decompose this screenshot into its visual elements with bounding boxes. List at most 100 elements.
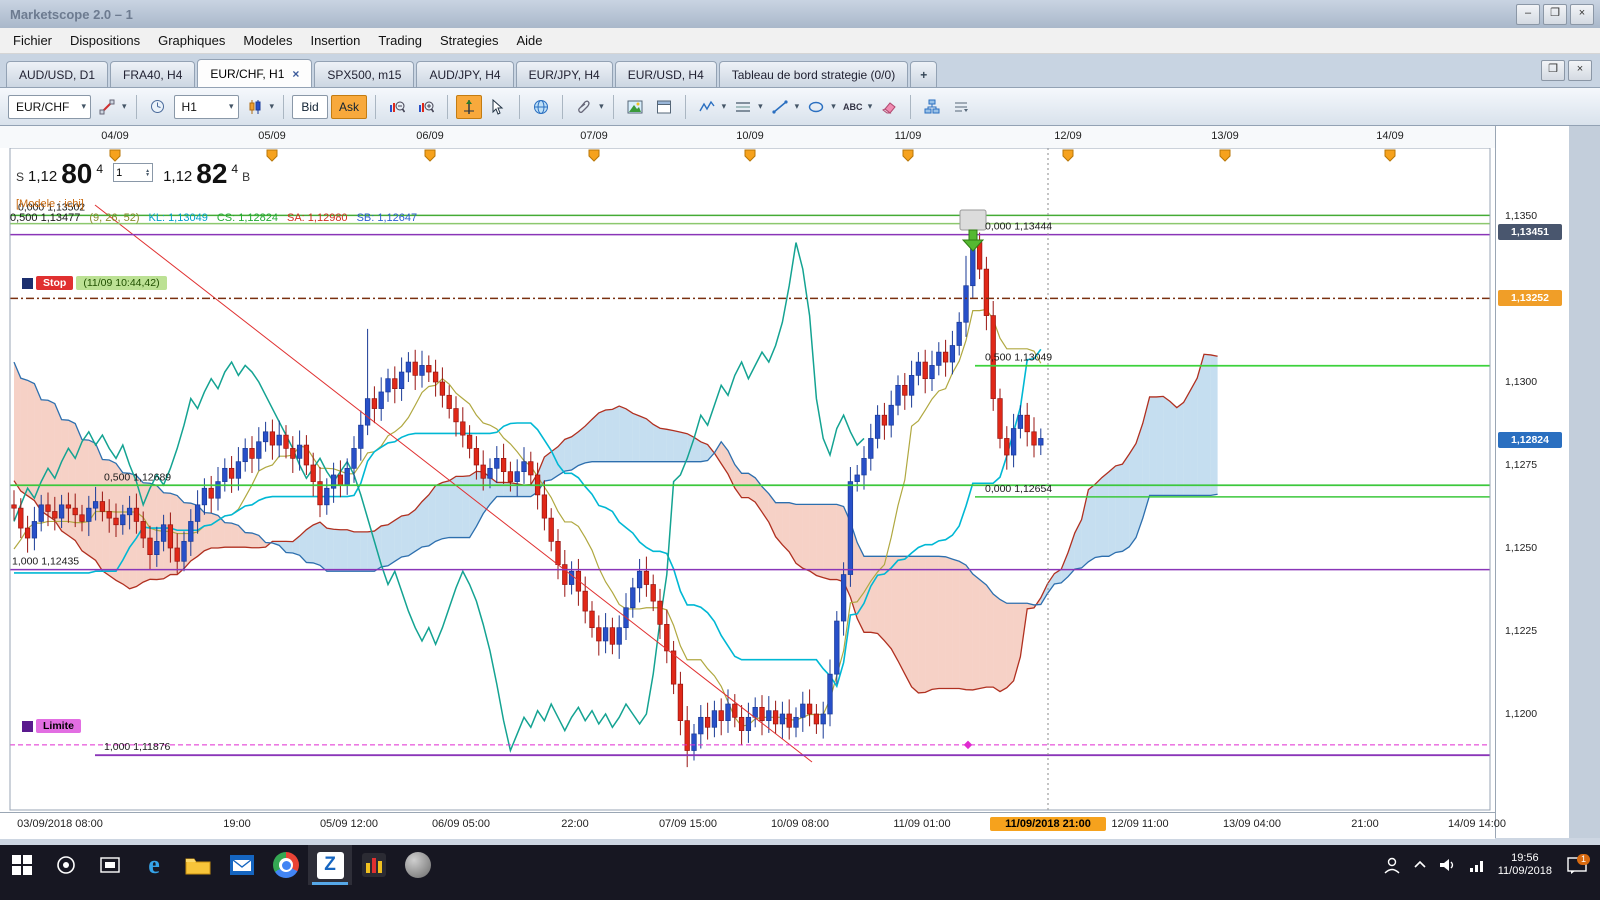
people-icon[interactable] <box>1382 855 1402 875</box>
clock-icon-button[interactable] <box>145 95 171 119</box>
sessions-button[interactable] <box>528 95 554 119</box>
ellipse-button[interactable] <box>803 95 829 119</box>
date-label: 14/09 <box>1376 130 1404 142</box>
minimize-button[interactable]: – <box>1516 4 1540 25</box>
buy-price-big[interactable]: 82 <box>196 160 227 188</box>
zoom-in-button[interactable] <box>413 95 439 119</box>
stop-order-marker[interactable]: Stop (11/09 10:44,42) <box>22 276 167 290</box>
chart-window[interactable]: 0,000 1,13502 0,000 1,13444 0,500 1,13049 0… <box>0 126 1600 839</box>
period-select[interactable]: H1 ▾ <box>173 94 239 119</box>
menu-graphiques[interactable]: Graphiques <box>149 29 234 52</box>
limit-order-marker[interactable]: Limite <box>22 719 81 733</box>
legend-item: (9, 26, 52) <box>89 212 140 224</box>
taskbar-mail[interactable] <box>220 845 264 885</box>
spinner-icons[interactable]: ▲ ▼ <box>145 168 150 177</box>
task-view-button[interactable] <box>88 845 132 885</box>
time-label: 06/09 05:00 <box>431 818 491 830</box>
chevron-down-icon[interactable]: ▾ <box>868 101 873 112</box>
text-tool-button[interactable]: ABC <box>840 95 866 119</box>
tab-aud-jpy-h4[interactable]: AUD/JPY, H4 <box>416 61 514 87</box>
menu-modeles[interactable]: Modeles <box>234 29 301 52</box>
eraser-button[interactable] <box>876 95 902 119</box>
taskbar-file-explorer[interactable] <box>176 845 220 885</box>
chevron-down-icon[interactable]: ▾ <box>722 101 727 112</box>
sell-price-int[interactable]: 1,12 <box>28 168 57 185</box>
options-button[interactable] <box>948 95 974 119</box>
edge-icon: e <box>148 850 160 879</box>
action-center-button[interactable]: 1 <box>1562 850 1592 880</box>
price-badge: 1,13252 <box>1498 290 1562 307</box>
taskbar-platform[interactable] <box>352 845 396 885</box>
title-bar[interactable]: Marketscope 2.0 – 1 – ❐ × <box>0 0 1600 29</box>
chevron-down-icon[interactable]: ▾ <box>122 101 127 112</box>
time-axis[interactable]: 03/09/2018 08:00 19:00 05/09 12:00 06/09 05… <box>0 812 1506 839</box>
volume-icon[interactable] <box>1438 856 1458 874</box>
zoom-out-button[interactable] <box>384 95 410 119</box>
network-icon[interactable] <box>1468 856 1488 874</box>
time-label: 13/09 04:00 <box>1222 818 1282 830</box>
buy-price-int[interactable]: 1,12 <box>163 168 192 185</box>
tabgroup-close-button[interactable]: × <box>1568 60 1592 81</box>
chart-type-button[interactable] <box>242 95 268 119</box>
taskbar-clock[interactable]: 19:56 11/09/2018 <box>1498 852 1552 878</box>
tab-fra40-h4[interactable]: FRA40, H4 <box>110 61 196 87</box>
add-tab-button[interactable]: + <box>910 61 938 87</box>
tab-aud-usd-d1[interactable]: AUD/USD, D1 <box>6 61 109 87</box>
crosshair-button[interactable] <box>456 94 483 119</box>
sell-price-big[interactable]: 80 <box>61 160 92 188</box>
menu-fichier[interactable]: Fichier <box>4 29 61 52</box>
folder-icon <box>185 858 211 875</box>
tray-expand-icon[interactable] <box>1412 857 1428 873</box>
attach-button[interactable] <box>571 95 597 119</box>
tab-close-icon[interactable]: × <box>292 67 299 81</box>
chevron-down-icon[interactable]: ▾ <box>270 101 275 112</box>
image-icon <box>627 100 643 113</box>
ask-button[interactable]: Ask <box>331 94 368 119</box>
menu-aide[interactable]: Aide <box>508 29 552 52</box>
strategy-button[interactable] <box>919 95 945 119</box>
maximize-button[interactable]: ❐ <box>1543 4 1567 25</box>
taskbar-edge[interactable]: e <box>132 845 176 885</box>
tab-tableau-de-bord-strategie-0-0-[interactable]: Tableau de bord strategie (0/0) <box>718 61 909 87</box>
chevron-down-icon[interactable]: ▾ <box>795 101 800 112</box>
start-button[interactable] <box>0 845 44 885</box>
cursor-icon <box>492 98 504 115</box>
menu-insertion[interactable]: Insertion <box>301 29 369 52</box>
quote-mode-button[interactable] <box>94 95 120 119</box>
limit-badge[interactable]: Limite <box>36 719 81 733</box>
date-axis: 04/09 05/09 06/09 07/09 10/09 11/09 12/09 13/09… <box>0 126 1495 148</box>
taskbar-chrome[interactable] <box>264 845 308 885</box>
chevron-down-icon[interactable]: ▾ <box>599 101 604 112</box>
price-label: 1,1250 <box>1505 542 1538 554</box>
frame-button[interactable] <box>651 95 677 119</box>
price-chart[interactable]: 0,000 1,135020,000 1,134440,500 1,130490… <box>0 126 1495 838</box>
menu-trading[interactable]: Trading <box>369 29 431 52</box>
trendline-button[interactable] <box>767 95 793 119</box>
close-button[interactable]: × <box>1570 4 1594 25</box>
search-button[interactable] <box>44 845 88 885</box>
tab-eur-chf-h1[interactable]: EUR/CHF, H1 × <box>197 59 313 87</box>
amount-input[interactable] <box>114 166 145 179</box>
zigzag-button[interactable] <box>694 95 720 119</box>
tab-eur-usd-h4[interactable]: EUR/USD, H4 <box>614 61 717 87</box>
bid-button[interactable]: Bid <box>292 94 329 119</box>
svg-text:0,000 1,12654: 0,000 1,12654 <box>985 483 1052 495</box>
taskbar-sphere-app[interactable] <box>396 845 440 885</box>
stop-badge[interactable]: Stop <box>36 276 74 290</box>
price-axis[interactable]: 1,13501,13251,13001,12751,12501,12251,12… <box>1495 126 1569 838</box>
tab-eur-jpy-h4[interactable]: EUR/JPY, H4 <box>515 61 613 87</box>
tab-spx500-m15[interactable]: SPX500, m15 <box>314 61 415 87</box>
amount-stepper[interactable]: ▲▼ <box>113 163 154 182</box>
symbol-select[interactable]: EUR/CHF ▾ <box>8 94 91 119</box>
chevron-down-icon[interactable]: ▾ <box>831 101 836 112</box>
period-select-value: H1 <box>181 99 197 114</box>
pointer-button[interactable] <box>485 95 511 119</box>
levels-button[interactable] <box>730 95 756 119</box>
menu-dispositions[interactable]: Dispositions <box>61 29 149 52</box>
insert-image-button[interactable] <box>622 95 648 119</box>
tabgroup-restore-button[interactable]: ❐ <box>1541 60 1565 81</box>
menu-strategies[interactable]: Strategies <box>431 29 508 52</box>
chevron-down-icon[interactable]: ▾ <box>758 101 763 112</box>
taskbar-trading-station-active[interactable]: Z <box>308 845 352 885</box>
menu-bar: Fichier Dispositions Graphiques Modeles Inse… <box>0 28 1600 54</box>
